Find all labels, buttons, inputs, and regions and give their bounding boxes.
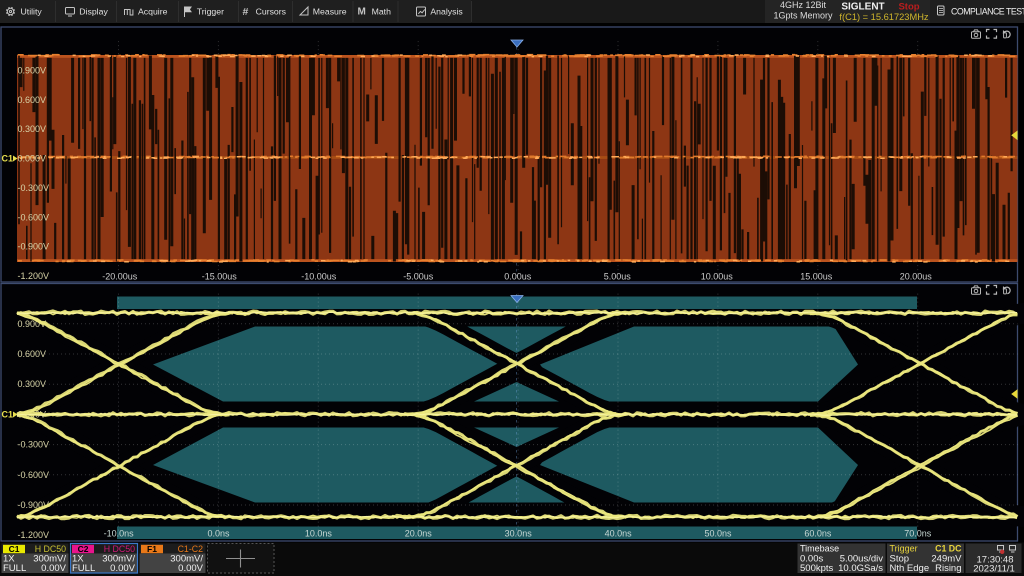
svg-text:C1: C1 <box>2 410 14 420</box>
svg-text:C1: C1 <box>2 154 14 164</box>
svg-text:4GHz 12Bit: 4GHz 12Bit <box>780 0 827 10</box>
svg-text:-20.00us: -20.00us <box>102 272 138 282</box>
svg-text:Display: Display <box>79 7 108 17</box>
svg-text:-0.300V: -0.300V <box>18 183 50 193</box>
svg-text:0.00V: 0.00V <box>178 563 203 574</box>
svg-text:Trigger: Trigger <box>890 544 918 554</box>
svg-text:C1 DC: C1 DC <box>935 544 962 554</box>
svg-text:0.00V: 0.00V <box>110 563 135 574</box>
svg-text:0.900V: 0.900V <box>18 65 47 75</box>
svg-text:10.0GSa/s: 10.0GSa/s <box>838 563 883 574</box>
svg-text:-1.200V: -1.200V <box>18 530 50 540</box>
svg-text:-0.300V: -0.300V <box>18 440 50 450</box>
svg-text:FULL: FULL <box>3 563 26 574</box>
svg-text:-0.600V: -0.600V <box>18 212 50 222</box>
svg-text:20.0ns: 20.0ns <box>405 529 433 539</box>
svg-text:50.0ns: 50.0ns <box>704 529 732 539</box>
svg-text:F1: F1 <box>147 544 157 554</box>
svg-text:0.0ns: 0.0ns <box>207 529 230 539</box>
svg-text:FULL: FULL <box>72 563 95 574</box>
svg-text:60.0ns: 60.0ns <box>804 529 832 539</box>
svg-text:1Gpts Memory: 1Gpts Memory <box>773 10 833 20</box>
svg-text:Nth Edge: Nth Edge <box>890 563 930 574</box>
svg-text:C1: C1 <box>9 544 20 554</box>
svg-text:COMPLIANCE TEST: COMPLIANCE TEST <box>951 7 1024 17</box>
svg-text:0.000V: 0.000V <box>18 154 47 164</box>
svg-text:-1.200V: -1.200V <box>18 271 50 281</box>
svg-text:Cursors: Cursors <box>256 7 287 17</box>
svg-text:2023/11/1: 2023/11/1 <box>973 564 1015 575</box>
svg-text:-10.0ns: -10.0ns <box>104 529 135 539</box>
svg-text:Analysis: Analysis <box>430 7 463 17</box>
svg-text:-5.00us: -5.00us <box>403 272 434 282</box>
svg-text:-10.00us: -10.00us <box>301 272 337 282</box>
svg-text:SIGLENT: SIGLENT <box>841 2 884 13</box>
svg-text:#: # <box>243 6 249 18</box>
svg-text:40.0ns: 40.0ns <box>605 529 633 539</box>
svg-text:C1-C2: C1-C2 <box>178 544 204 554</box>
svg-text:f(C1) = 15.61723MHz: f(C1) = 15.61723MHz <box>839 12 928 22</box>
svg-text:Trigger: Trigger <box>197 7 224 17</box>
svg-text:0.300V: 0.300V <box>18 379 47 389</box>
svg-text:Utility: Utility <box>21 7 43 17</box>
svg-text:15.00us: 15.00us <box>800 272 833 282</box>
svg-text:-0.600V: -0.600V <box>18 470 50 480</box>
svg-text:Stop: Stop <box>898 2 919 13</box>
svg-text:Acquire: Acquire <box>138 7 168 17</box>
svg-text:0.00V: 0.00V <box>41 563 66 574</box>
svg-text:0.600V: 0.600V <box>18 349 47 359</box>
svg-text:Timebase: Timebase <box>800 544 839 554</box>
svg-text:5.00us: 5.00us <box>604 272 632 282</box>
svg-text:10.0ns: 10.0ns <box>305 529 333 539</box>
svg-text:H DC50: H DC50 <box>35 544 66 554</box>
svg-text:C2: C2 <box>78 544 89 554</box>
svg-text:-0.900V: -0.900V <box>18 242 50 252</box>
svg-text:-15.00us: -15.00us <box>202 272 238 282</box>
svg-text:Measure: Measure <box>313 7 347 17</box>
svg-text:M: M <box>358 7 366 18</box>
svg-text:70.0ns: 70.0ns <box>904 529 932 539</box>
svg-text:30.0ns: 30.0ns <box>505 529 533 539</box>
svg-text:Math: Math <box>372 7 391 17</box>
svg-text:500kpts: 500kpts <box>800 563 834 574</box>
svg-text:10.00us: 10.00us <box>701 272 734 282</box>
svg-text:20.00us: 20.00us <box>900 272 933 282</box>
svg-text:0.00us: 0.00us <box>504 272 532 282</box>
svg-text:0.600V: 0.600V <box>18 95 47 105</box>
svg-text:0.300V: 0.300V <box>18 124 47 134</box>
svg-text:H DC50: H DC50 <box>104 544 135 554</box>
svg-text:Rising: Rising <box>935 563 961 574</box>
